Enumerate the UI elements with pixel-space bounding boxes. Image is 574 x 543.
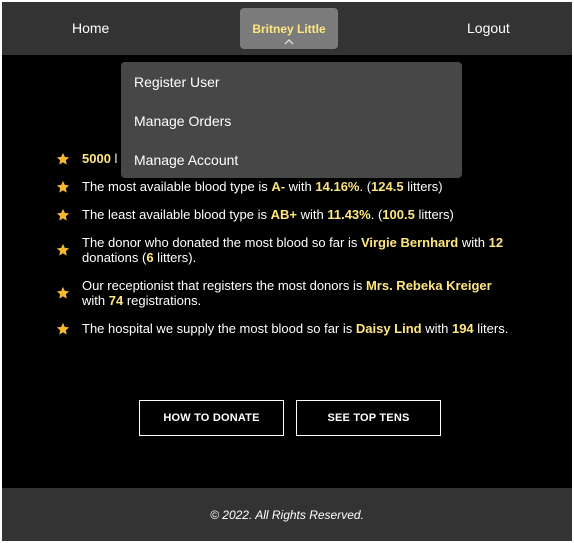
list-item: The most available blood type is A- with… bbox=[56, 179, 516, 194]
menu-item-manage-orders[interactable]: Manage Orders bbox=[134, 113, 231, 129]
star-icon bbox=[56, 180, 70, 193]
see-top-tens-button[interactable]: SEE TOP TENS bbox=[296, 400, 441, 436]
star-icon bbox=[56, 152, 70, 165]
menu-item-manage-account[interactable]: Manage Account bbox=[134, 152, 238, 168]
user-dropdown-menu: Register User Manage Orders Manage Accou… bbox=[121, 62, 462, 178]
how-to-donate-button[interactable]: HOW TO DONATE bbox=[139, 400, 284, 436]
user-menu-toggle[interactable]: Britney Little bbox=[240, 8, 338, 49]
copyright-text: © 2022. All Rights Reserved. bbox=[210, 508, 364, 522]
list-item: The donor who donated the most blood so … bbox=[56, 235, 516, 265]
nav-home-link[interactable]: Home bbox=[72, 2, 109, 55]
menu-item-register-user[interactable]: Register User bbox=[134, 74, 220, 90]
stats-list: 5000 l The most available blood type is … bbox=[56, 151, 516, 336]
page: Home Britney Little Logout 5000 l The mo… bbox=[2, 2, 572, 541]
chevron-up-icon bbox=[284, 39, 294, 45]
list-item: Our receptionist that registers the most… bbox=[56, 278, 516, 308]
list-item: The least available blood type is AB+ wi… bbox=[56, 207, 516, 222]
star-icon bbox=[56, 286, 70, 299]
star-icon bbox=[56, 208, 70, 221]
star-icon bbox=[56, 243, 70, 256]
user-name: Britney Little bbox=[252, 22, 326, 36]
footer: © 2022. All Rights Reserved. bbox=[2, 488, 572, 541]
top-navbar: Home Britney Little Logout bbox=[2, 2, 572, 55]
star-icon bbox=[56, 322, 70, 335]
list-item: The hospital we supply the most blood so… bbox=[56, 321, 516, 336]
nav-logout-link[interactable]: Logout bbox=[467, 2, 510, 55]
